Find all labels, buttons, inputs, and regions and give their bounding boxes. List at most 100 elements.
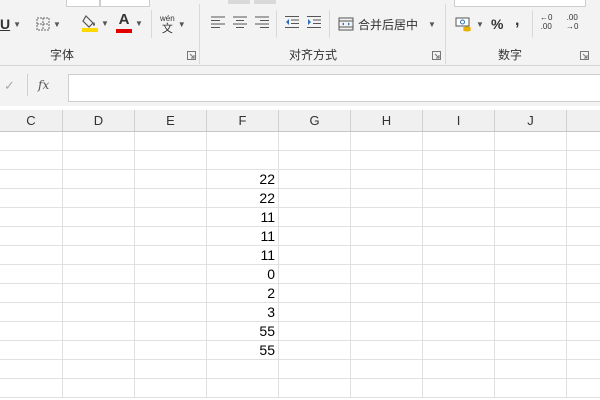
cell-i[interactable] bbox=[423, 341, 495, 359]
align-left-button[interactable] bbox=[210, 15, 226, 29]
column-header-i[interactable]: I bbox=[423, 110, 495, 131]
cell-j[interactable] bbox=[495, 322, 567, 340]
cell-d[interactable] bbox=[63, 341, 135, 359]
cell-j[interactable] bbox=[495, 246, 567, 264]
borders-button[interactable]: ▼ bbox=[36, 14, 61, 34]
cell-k[interactable] bbox=[567, 360, 600, 378]
column-header-j[interactable]: J bbox=[495, 110, 567, 131]
cell-i[interactable] bbox=[423, 246, 495, 264]
cell-j[interactable] bbox=[495, 284, 567, 302]
cell-g[interactable] bbox=[279, 322, 351, 340]
cell-d[interactable] bbox=[63, 322, 135, 340]
cell-c[interactable] bbox=[0, 170, 63, 188]
cell-h[interactable] bbox=[351, 360, 423, 378]
cell-h[interactable] bbox=[351, 379, 423, 397]
align-center-button[interactable] bbox=[232, 15, 248, 29]
dialog-launcher-icon[interactable] bbox=[187, 51, 196, 60]
font-size-box[interactable] bbox=[66, 0, 100, 7]
cell-k[interactable] bbox=[567, 322, 600, 340]
cell-e[interactable] bbox=[135, 379, 207, 397]
cell-g[interactable] bbox=[279, 208, 351, 226]
cell-f[interactable]: 3 bbox=[207, 303, 279, 321]
cell-i[interactable] bbox=[423, 284, 495, 302]
cell-h[interactable] bbox=[351, 170, 423, 188]
cell-h[interactable] bbox=[351, 208, 423, 226]
cell-e[interactable] bbox=[135, 341, 207, 359]
cell-e[interactable] bbox=[135, 360, 207, 378]
cell-j[interactable] bbox=[495, 132, 567, 150]
phonetic-guide-button[interactable]: wén 文 ▼ bbox=[160, 12, 186, 36]
cell-f[interactable]: 11 bbox=[207, 246, 279, 264]
cell-e[interactable] bbox=[135, 246, 207, 264]
column-header-h[interactable]: H bbox=[351, 110, 423, 131]
cell-f[interactable] bbox=[207, 360, 279, 378]
cell-h[interactable] bbox=[351, 227, 423, 245]
cell-c[interactable] bbox=[0, 227, 63, 245]
cell-c[interactable] bbox=[0, 322, 63, 340]
decrease-indent-button[interactable] bbox=[284, 15, 300, 29]
cell-g[interactable] bbox=[279, 170, 351, 188]
cell-h[interactable] bbox=[351, 303, 423, 321]
column-header-d[interactable]: D bbox=[63, 110, 135, 131]
cell-k[interactable] bbox=[567, 208, 600, 226]
cell-e[interactable] bbox=[135, 265, 207, 283]
cell-f[interactable]: 22 bbox=[207, 189, 279, 207]
cell-d[interactable] bbox=[63, 189, 135, 207]
cell-d[interactable] bbox=[63, 151, 135, 169]
cell-e[interactable] bbox=[135, 227, 207, 245]
cell-e[interactable] bbox=[135, 189, 207, 207]
cell-j[interactable] bbox=[495, 341, 567, 359]
cell-f[interactable]: 2 bbox=[207, 284, 279, 302]
merge-center-button[interactable]: 合并后居中 ▼ bbox=[338, 14, 436, 34]
cell-g[interactable] bbox=[279, 341, 351, 359]
cell-k[interactable] bbox=[567, 379, 600, 397]
cell-i[interactable] bbox=[423, 360, 495, 378]
cell-h[interactable] bbox=[351, 151, 423, 169]
font-name-box[interactable] bbox=[100, 0, 150, 7]
cell-d[interactable] bbox=[63, 227, 135, 245]
cell-i[interactable] bbox=[423, 151, 495, 169]
dialog-launcher-icon[interactable] bbox=[580, 51, 589, 60]
font-color-button[interactable]: A ▼ bbox=[116, 12, 143, 34]
cell-c[interactable] bbox=[0, 379, 63, 397]
enter-icon[interactable]: ✓ bbox=[4, 78, 15, 94]
cell-k[interactable] bbox=[567, 227, 600, 245]
cell-j[interactable] bbox=[495, 208, 567, 226]
cell-c[interactable] bbox=[0, 265, 63, 283]
cell-f[interactable]: 11 bbox=[207, 208, 279, 226]
cell-i[interactable] bbox=[423, 303, 495, 321]
cell-e[interactable] bbox=[135, 208, 207, 226]
cell-c[interactable] bbox=[0, 284, 63, 302]
column-header-partial[interactable] bbox=[567, 110, 600, 131]
cell-j[interactable] bbox=[495, 303, 567, 321]
cell-k[interactable] bbox=[567, 265, 600, 283]
cell-g[interactable] bbox=[279, 379, 351, 397]
cell-d[interactable] bbox=[63, 303, 135, 321]
accounting-format-button[interactable]: ▼ bbox=[455, 14, 484, 34]
column-header-f[interactable]: F bbox=[207, 110, 279, 131]
align-middle-button[interactable] bbox=[254, 0, 276, 4]
cell-e[interactable] bbox=[135, 322, 207, 340]
cell-e[interactable] bbox=[135, 132, 207, 150]
cell-d[interactable] bbox=[63, 246, 135, 264]
cell-k[interactable] bbox=[567, 341, 600, 359]
cell-d[interactable] bbox=[63, 360, 135, 378]
insert-function-button[interactable]: fx bbox=[38, 78, 49, 92]
cell-g[interactable] bbox=[279, 227, 351, 245]
cell-i[interactable] bbox=[423, 170, 495, 188]
cell-k[interactable] bbox=[567, 132, 600, 150]
cell-i[interactable] bbox=[423, 265, 495, 283]
cell-d[interactable] bbox=[63, 170, 135, 188]
cell-h[interactable] bbox=[351, 341, 423, 359]
cell-f[interactable]: 22 bbox=[207, 170, 279, 188]
cell-k[interactable] bbox=[567, 246, 600, 264]
align-right-button[interactable] bbox=[254, 15, 270, 29]
cell-d[interactable] bbox=[63, 208, 135, 226]
cell-i[interactable] bbox=[423, 379, 495, 397]
fill-color-button[interactable]: ▼ bbox=[82, 12, 109, 34]
cell-e[interactable] bbox=[135, 151, 207, 169]
cell-g[interactable] bbox=[279, 284, 351, 302]
cell-j[interactable] bbox=[495, 227, 567, 245]
cell-c[interactable] bbox=[0, 132, 63, 150]
cell-c[interactable] bbox=[0, 360, 63, 378]
